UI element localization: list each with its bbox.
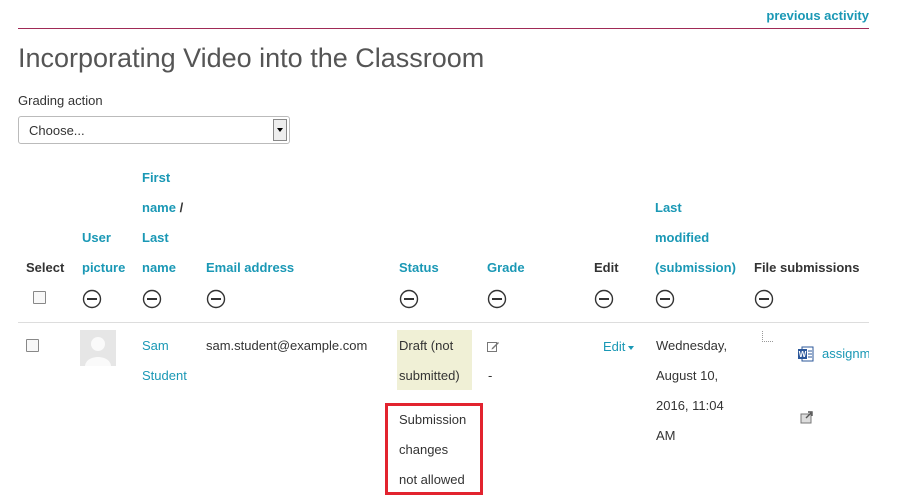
- last-modified-line3: 2016, 11:04: [656, 398, 724, 413]
- status-text-line1: Draft (not: [399, 338, 454, 353]
- column-header-last-name-cont[interactable]: name: [142, 253, 176, 283]
- column-header-file-submissions: File submissions: [754, 260, 860, 275]
- row-select-checkbox[interactable]: [26, 339, 39, 352]
- last-modified-line2: August 10,: [656, 368, 719, 383]
- hide-column-file-submissions-icon[interactable]: [754, 289, 774, 309]
- edit-menu-label: Edit: [603, 339, 626, 354]
- column-header-name-line2: name /: [142, 193, 183, 223]
- column-header-user-picture-line1[interactable]: User: [82, 223, 111, 253]
- column-header-edit: Edit: [594, 260, 619, 275]
- hide-column-status-icon[interactable]: [399, 289, 419, 309]
- hide-column-edit-icon[interactable]: [594, 289, 614, 309]
- student-email: sam.student@example.com: [206, 338, 368, 353]
- hide-column-last-modified-icon[interactable]: [655, 289, 675, 309]
- word-document-icon: W: [798, 346, 814, 362]
- column-header-last-modified-line2[interactable]: modified: [655, 223, 709, 253]
- column-header-grade[interactable]: Grade: [487, 253, 525, 283]
- grading-action-selected-value: Choose...: [29, 123, 85, 138]
- column-header-last-name[interactable]: Last: [142, 223, 169, 253]
- hide-column-email-icon[interactable]: [206, 289, 226, 309]
- hide-column-name-icon[interactable]: [142, 289, 162, 309]
- avatar[interactable]: [80, 330, 116, 366]
- column-header-email[interactable]: Email address: [206, 253, 294, 283]
- edit-menu-button[interactable]: Edit: [603, 339, 635, 354]
- column-header-status[interactable]: Status: [399, 253, 439, 283]
- file-tree-connector: [762, 331, 773, 342]
- dropdown-arrow-icon[interactable]: [273, 119, 287, 141]
- page-title: Incorporating Video into the Classroom: [18, 43, 485, 73]
- submission-note-line1: Submission: [399, 412, 467, 427]
- pencil-edit-icon[interactable]: [487, 340, 500, 353]
- table-header-divider: [18, 322, 869, 323]
- hide-column-user-picture-icon[interactable]: [82, 289, 102, 309]
- select-all-checkbox[interactable]: [33, 291, 46, 304]
- default-user-avatar-icon: [80, 330, 116, 366]
- column-header-select: Select: [26, 260, 65, 275]
- svg-text:W: W: [799, 350, 807, 359]
- last-modified-line4: AM: [656, 428, 676, 443]
- submission-note-line2: changes: [399, 442, 449, 457]
- status-text-line2: submitted): [399, 368, 460, 383]
- export-to-portfolio-icon[interactable]: [800, 410, 814, 424]
- student-last-name-link[interactable]: Student: [142, 361, 187, 391]
- grading-action-label: Grading action: [18, 93, 103, 108]
- submission-note-line3: not allowed: [399, 472, 465, 487]
- header-divider: [18, 28, 869, 29]
- hide-column-grade-icon[interactable]: [487, 289, 507, 309]
- file-submission-link[interactable]: assignm: [822, 346, 869, 361]
- column-header-first-name-cont[interactable]: name: [142, 200, 176, 215]
- column-header-last-modified-line1[interactable]: Last: [655, 193, 682, 223]
- student-first-name-link[interactable]: Sam: [142, 331, 169, 361]
- column-header-user-picture-line2[interactable]: picture: [82, 253, 125, 283]
- previous-activity-link[interactable]: previous activity: [766, 8, 869, 23]
- chevron-down-icon: [628, 345, 635, 350]
- grading-action-select[interactable]: Choose...: [18, 116, 290, 144]
- last-modified-line1: Wednesday,: [656, 338, 728, 353]
- name-separator: /: [179, 200, 184, 215]
- grade-value: -: [488, 368, 493, 383]
- column-header-first-name[interactable]: First: [142, 163, 170, 193]
- column-header-last-modified-line3[interactable]: (submission): [655, 253, 736, 283]
